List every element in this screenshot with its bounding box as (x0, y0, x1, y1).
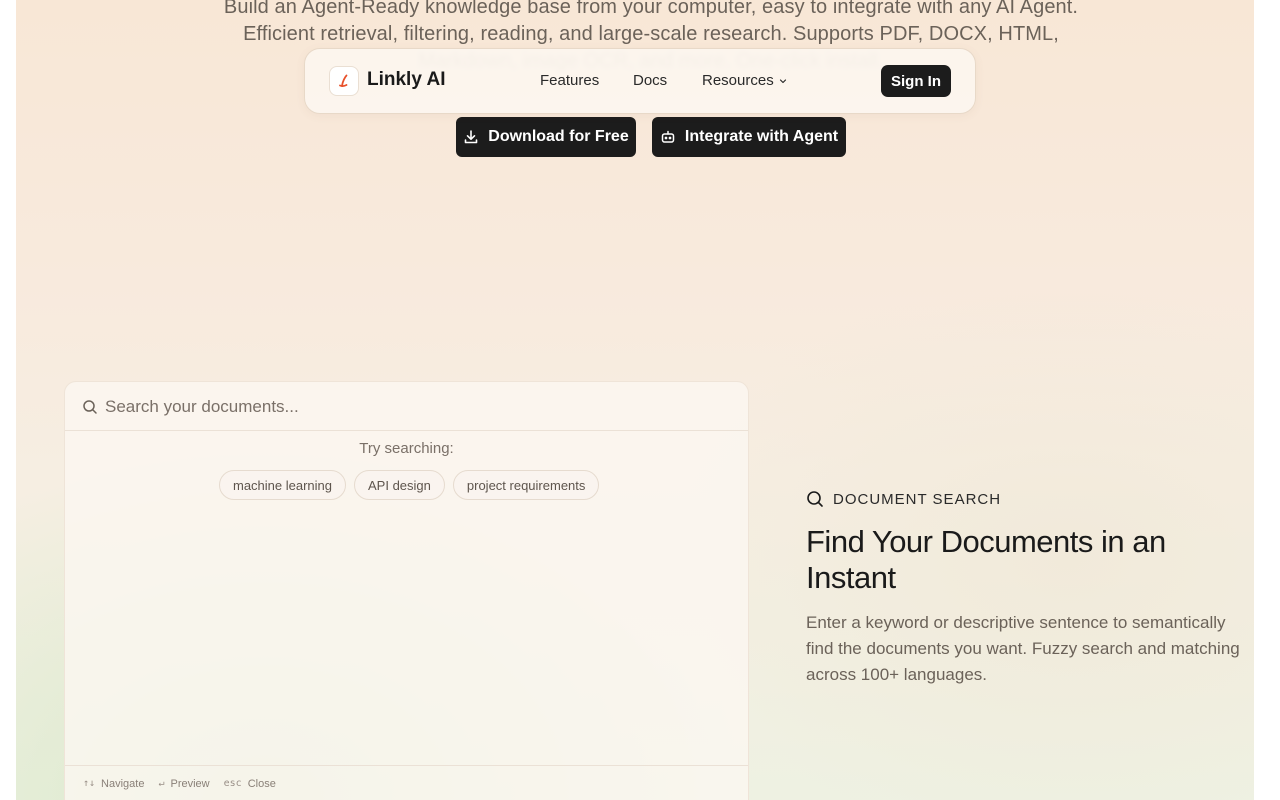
search-input[interactable] (105, 394, 705, 420)
search-panel: Try searching: machine learning API desi… (64, 381, 749, 800)
sign-in-button[interactable]: Sign In (881, 65, 951, 97)
integrate-agent-button[interactable]: Integrate with Agent (652, 117, 846, 157)
nav-docs[interactable]: Docs (633, 72, 667, 89)
chevron-down-icon (779, 78, 786, 83)
navigate-label: Navigate (101, 777, 145, 790)
hint-navigate: ↑↓ Navigate (83, 778, 144, 790)
page-background: Build an Agent-Ready knowledge base from… (16, 0, 1254, 800)
keyboard-hints: ↑↓ Navigate ↵ Preview esc Close (65, 765, 748, 800)
close-label: Close (247, 777, 276, 790)
try-searching-label: Try searching: (359, 440, 454, 457)
integrate-agent-button-label: Integrate with Agent (684, 128, 839, 145)
bot-icon (661, 130, 675, 143)
brand-name[interactable]: Linkly AI (367, 69, 445, 91)
feature-title: Find Your Documents in an Instant (806, 524, 1166, 595)
close-key: esc (223, 778, 242, 789)
preview-key: ↵ (158, 778, 165, 789)
feature-eyebrow-label: DOCUMENT SEARCH (833, 490, 1002, 508)
search-icon (807, 491, 823, 507)
feature-eyebrow: DOCUMENT SEARCH (806, 490, 1246, 508)
search-icon (82, 399, 98, 420)
hint-close: esc Close (224, 778, 276, 790)
feature-document-search: DOCUMENT SEARCH Find Your Documents in a… (806, 490, 1246, 688)
logo-icon[interactable] (329, 66, 359, 96)
nav-resources[interactable]: Resources (702, 72, 788, 89)
navigate-key: ↑↓ (83, 778, 96, 789)
nav-resources-label: Resources (702, 72, 774, 89)
download-icon (464, 130, 478, 144)
hero-subtitle-line-2: Efficient retrieval, filtering, reading,… (243, 23, 1059, 45)
search-bar (65, 382, 748, 431)
suggestion-chip-api-design[interactable]: API design (354, 470, 445, 500)
top-navbar: Linkly AI Features Docs Resources Sign I… (304, 48, 976, 114)
suggestion-chips: machine learning API design project requ… (219, 470, 600, 500)
download-button-label: Download for Free (488, 128, 629, 145)
nav-features[interactable]: Features (540, 72, 599, 89)
hint-preview: ↵ Preview (158, 778, 209, 790)
suggestion-chip-machine-learning[interactable]: machine learning (219, 470, 347, 500)
hero-subtitle-line-1: Build an Agent-Ready knowledge base from… (223, 0, 1079, 18)
download-button[interactable]: Download for Free (456, 117, 636, 157)
suggestion-chip-project-requirements[interactable]: project requirements (452, 470, 600, 500)
preview-label: Preview (170, 777, 210, 790)
feature-description: Enter a keyword or descriptive sentence … (806, 613, 1240, 684)
